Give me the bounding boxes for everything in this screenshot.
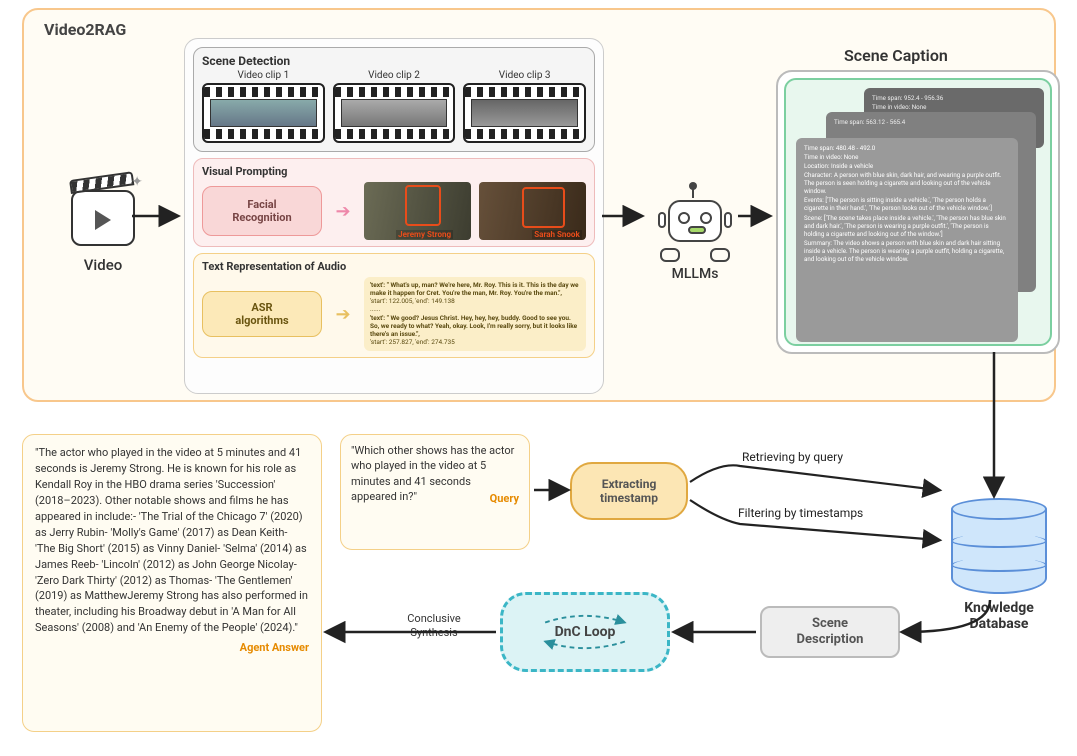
filmstrip-icon <box>463 83 586 143</box>
scene-detection-box: Scene Detection Video clip 1 Video clip … <box>193 47 595 152</box>
clip-label: Video clip 3 <box>463 70 586 81</box>
video-input: ✦ Video <box>64 190 142 290</box>
scene-caption-title: Scene Caption <box>844 46 948 65</box>
caption-line: Scene: ['The scene takes place inside a … <box>804 214 1010 238</box>
caption-line: Time span: 480.48 - 492.0 <box>804 144 1010 152</box>
arrow-right-icon: ➔ <box>330 201 356 222</box>
face-image-2: Sarah Snook <box>479 182 586 240</box>
video-clip-1: Video clip 1 <box>202 70 325 143</box>
conclusive-synthesis-label: Conclusive Synthesis <box>384 612 484 641</box>
agent-answer-text: "The actor who played in the video at 5 … <box>35 446 308 634</box>
robot-icon <box>658 194 732 258</box>
audio-title: Text Representation of Audio <box>202 260 586 273</box>
scene-detection-title: Scene Detection <box>202 54 586 68</box>
query-tag: Query <box>490 491 519 506</box>
bounding-box-icon <box>405 185 441 226</box>
transcript-time: 'start': 122.005, 'end': 149.138 <box>370 297 580 305</box>
database-icon <box>951 498 1047 594</box>
caption-line: Events: ['The person is sitting inside a… <box>804 196 1010 212</box>
caption-card-1: Time span: 480.48 - 492.0 Time in video:… <box>796 138 1018 342</box>
facial-recognition-node: Facial Recognition <box>202 186 322 236</box>
retrieve-by-query-label: Retrieving by query <box>742 450 843 464</box>
caption-line: Time span: 952.4 - 956.36 <box>872 94 1036 102</box>
knowledge-database: Knowledge Database <box>944 498 1054 632</box>
visual-prompting-box: Visual Prompting Facial Recognition ➔ Je… <box>193 158 595 247</box>
agent-answer-tag: Agent Answer <box>240 640 309 656</box>
dnc-loop-label: DnC Loop <box>555 624 616 640</box>
bounding-box-icon <box>522 187 565 229</box>
caption-line: Character: A person with blue skin, dark… <box>804 171 1010 195</box>
visual-prompting-title: Visual Prompting <box>202 165 586 178</box>
dnc-loop-node: DnC Loop <box>500 592 670 672</box>
filmstrip-icon <box>202 83 325 143</box>
face-name-2: Sarah Snook <box>532 230 581 239</box>
caption-line: Summary: The video shows a person with b… <box>804 239 1010 263</box>
transcript-line: 'text': " We good? Jesus Christ. Hey, he… <box>370 314 577 338</box>
clip-label: Video clip 2 <box>333 70 456 81</box>
mllms-node: MLLMs <box>649 194 741 282</box>
panel-title: Video2RAG <box>44 20 126 39</box>
asr-transcript: 'text': " What's up, man? We're here, Mr… <box>364 277 586 351</box>
caption-line: Time in video: None <box>804 153 1010 161</box>
video2rag-panel: Video2RAG ✦ Video Scene Detection Video … <box>22 8 1056 402</box>
caption-line: Time in video: None <box>872 103 1036 111</box>
transcript-time: 'start': 257.827, 'end': 274.735 <box>370 338 580 346</box>
extract-timestamp-node: Extracting timestamp <box>570 462 688 520</box>
asr-node: ASR algorithms <box>202 291 322 337</box>
clip-label: Video clip 1 <box>202 70 325 81</box>
face-name-1: Jeremy Strong <box>396 230 453 239</box>
processing-column: Scene Detection Video clip 1 Video clip … <box>184 38 604 394</box>
video-clip-2: Video clip 2 <box>333 70 456 143</box>
query-box: "Which other shows has the actor who pla… <box>340 434 530 550</box>
kdb-label: Knowledge Database <box>944 600 1054 632</box>
ellipsis: ...... <box>370 346 580 351</box>
video-label: Video <box>64 256 142 274</box>
scene-caption-panel: Time span: 952.4 - 956.36 Time in video:… <box>776 70 1060 354</box>
clapperboard-icon: ✦ <box>71 190 135 246</box>
ellipsis: ...... <box>370 305 580 313</box>
mllms-label: MLLMs <box>649 266 741 282</box>
transcript-line: 'text': " What's up, man? We're here, Mr… <box>370 281 579 297</box>
filmstrip-icon <box>333 83 456 143</box>
caption-line: Location: Inside a vehicle <box>804 162 1010 170</box>
filter-by-timestamps-label: Filtering by timestamps <box>738 506 863 520</box>
agent-answer-box: "The actor who played in the video at 5 … <box>22 434 322 732</box>
video-clip-3: Video clip 3 <box>463 70 586 143</box>
caption-line: Time span: 563.12 - 565.4 <box>834 118 1028 126</box>
audio-representation-box: Text Representation of Audio ASR algorit… <box>193 253 595 358</box>
face-image-1: Jeremy Strong <box>364 182 471 240</box>
arrow-right-icon: ➔ <box>330 304 356 325</box>
scene-description-node: Scene Description <box>760 606 900 658</box>
